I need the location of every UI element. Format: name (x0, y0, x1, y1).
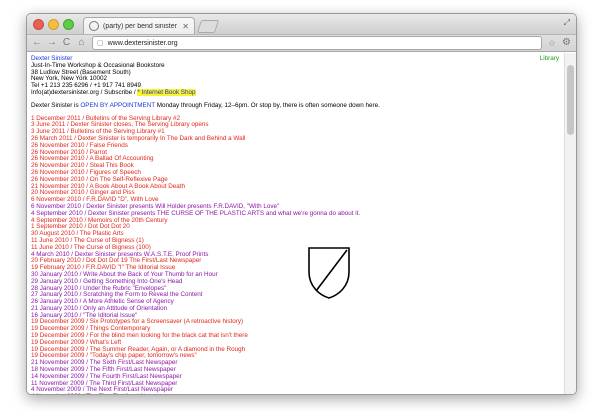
browser-window: (party) per bend sinister ✕ ⤢ ← → C ⌂ ▢ … (26, 13, 577, 395)
intro-before: Dexter Sinister is (31, 101, 81, 109)
entry-link[interactable]: 26 November 2010 / False Friends (31, 142, 560, 150)
contact-text[interactable]: Info(at)dextersinister.org / Subscribe / (31, 89, 137, 96)
window-controls (33, 19, 74, 30)
tab-close-icon[interactable]: ✕ (182, 22, 189, 31)
url-text[interactable]: www.dextersinister.org (108, 40, 178, 47)
entries-list: 1 December 2011 / Bulletins of the Servi… (31, 115, 560, 394)
contact-line: Info(at)dextersinister.org / Subscribe /… (31, 88, 560, 97)
page-icon: ▢ (97, 40, 104, 47)
browser-toolbar: ← → C ⌂ ▢ www.dextersinister.org ☆ ⚙ (27, 35, 576, 52)
bookmark-star-icon[interactable]: ☆ (548, 38, 556, 49)
back-button[interactable]: ← (32, 38, 42, 48)
favicon-icon (89, 21, 99, 31)
intro-after: Monday through Friday, 12–6pm. Or stop b… (155, 101, 380, 109)
forward-button[interactable]: → (47, 38, 57, 48)
open-by-appointment-link[interactable]: OPEN BY APPOINTMENT (80, 102, 155, 109)
intro-line: Dexter Sinister is OPEN BY APPOINTMENT M… (31, 101, 560, 110)
vertical-scrollbar[interactable] (564, 53, 576, 394)
library-link[interactable]: Library (540, 55, 559, 63)
tab-title: (party) per bend sinister (103, 22, 177, 30)
title-bar: (party) per bend sinister ✕ ⤢ (27, 14, 576, 35)
browser-tab[interactable]: (party) per bend sinister ✕ (83, 17, 195, 34)
address-bar[interactable]: ▢ www.dextersinister.org (92, 36, 542, 50)
close-window-button[interactable] (33, 19, 44, 30)
zoom-window-button[interactable] (63, 19, 74, 30)
page-content: Library Dexter Sinister Just-In-Time Wor… (27, 53, 564, 394)
new-tab-button[interactable] (196, 20, 220, 33)
internet-book-shop-link[interactable]: * Internet Book Shop (137, 88, 196, 96)
address-line: 38 Ludlow Street (Basement South) (31, 68, 131, 76)
shield-per-bend-sinister-icon (308, 247, 350, 299)
reload-button[interactable]: C (62, 38, 71, 48)
wrench-icon[interactable]: ⚙ (562, 38, 571, 48)
address-block: Just-In-Time Workshop & Occasional Books… (31, 62, 560, 90)
minimize-window-button[interactable] (48, 19, 59, 30)
scrollbar-thumb[interactable] (567, 65, 574, 135)
home-button[interactable]: ⌂ (77, 38, 86, 48)
fullscreen-icon[interactable]: ⤢ (564, 18, 570, 28)
